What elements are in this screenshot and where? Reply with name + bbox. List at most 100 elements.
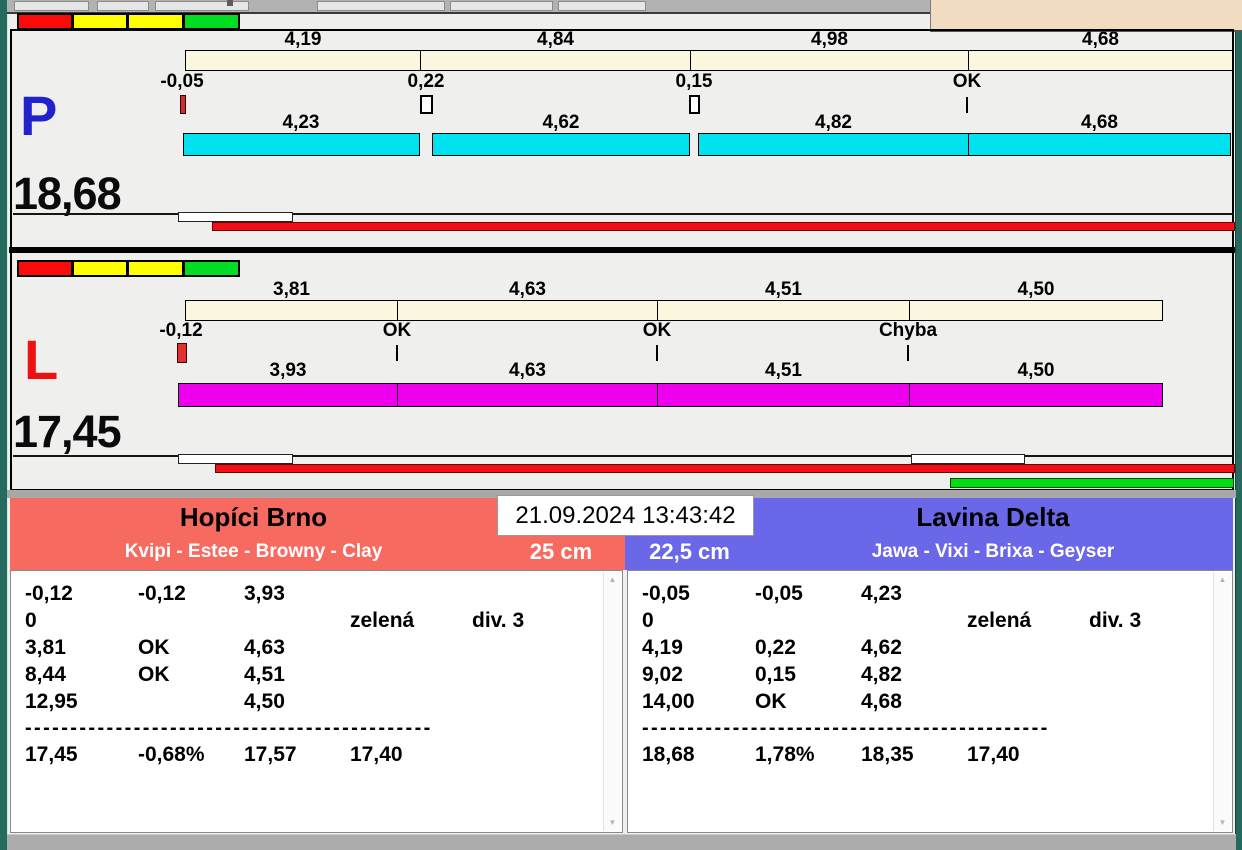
- scroll-up-icon[interactable]: ▲: [1214, 575, 1231, 585]
- background-window-corner: [930, 0, 1242, 32]
- summary-cell: -0,68%: [138, 743, 205, 766]
- lane-l-total-time: 17,45: [13, 406, 122, 457]
- plan-segment-label: 4,51: [765, 279, 802, 300]
- plan-segment-label: 4,63: [509, 279, 546, 300]
- team-right-roster: Jawa - Vixi - Brixa - Geyser: [871, 541, 1115, 562]
- start-light-yellow2-p: [127, 13, 184, 30]
- background-window-button[interactable]: [450, 1, 553, 11]
- team-left-name: Hopíci Brno: [179, 502, 328, 532]
- result-cell: 4,50: [244, 690, 285, 713]
- scrollbar[interactable]: ▲ ▼: [1213, 572, 1231, 831]
- window-border-right: [1235, 0, 1242, 850]
- window-border-left: [0, 0, 8, 850]
- background-window-button[interactable]: [558, 1, 646, 11]
- background-window-button[interactable]: [14, 1, 89, 11]
- result-cell: 4,63: [244, 636, 285, 659]
- summary-cell: 17,45: [25, 743, 78, 766]
- scroll-down-icon[interactable]: ▼: [604, 818, 621, 828]
- result-cell: -0,12: [25, 582, 73, 605]
- team-left-distance: 25 cm: [529, 539, 593, 564]
- result-cell: 4,51: [244, 663, 285, 686]
- actual-bar-segment: [397, 383, 658, 407]
- actual-segment-label: 4,50: [1017, 360, 1055, 381]
- progress-window-box: [178, 454, 293, 464]
- result-cell: 4,23: [861, 582, 902, 605]
- actual-segment-label: 4,63: [509, 360, 546, 381]
- start-light-red-l: [17, 260, 73, 277]
- summary-cell: 18,35: [861, 743, 914, 766]
- background-window-button[interactable]: [97, 1, 149, 11]
- scroll-up-icon[interactable]: ▲: [604, 575, 621, 585]
- plan-segment-label: 4,50: [1017, 279, 1055, 300]
- actual-segment-label: 4,51: [765, 360, 802, 381]
- scroll-down-icon[interactable]: ▼: [1214, 818, 1231, 828]
- actual-bar-segment: [178, 383, 398, 407]
- result-cell: OK: [138, 663, 170, 686]
- actual-bar-segment: [432, 133, 690, 156]
- result-cell: -0,12: [138, 582, 186, 605]
- result-cell: 12,95: [25, 690, 78, 713]
- start-light-green-l: [183, 260, 240, 277]
- background-window-strip: [7, 0, 930, 14]
- progress-bar-red: [215, 464, 1235, 473]
- split-mark-label: 0,15: [675, 71, 713, 92]
- progress-bar-red: [212, 222, 1235, 231]
- team-right-result-panel[interactable]: -0,05 -0,05 4,23 0 zelená div. 3 4,19 0,…: [627, 570, 1233, 833]
- result-cell: OK: [755, 690, 787, 713]
- status-bar: [7, 834, 1236, 850]
- result-separator-line: ----------------------------------------…: [642, 721, 1050, 735]
- actual-bar-segment: [968, 133, 1231, 156]
- background-window-button[interactable]: [317, 1, 445, 11]
- result-cell: 8,44: [25, 663, 66, 686]
- team-left-result-panel[interactable]: -0,12 -0,12 3,93 0 zelená div. 3 3,81 OK…: [10, 570, 623, 833]
- plan-segment-label: 3,81: [273, 279, 310, 300]
- split-mark-label: Chyba: [878, 320, 938, 341]
- fault-tick-marker: [180, 95, 186, 114]
- actual-bar-segment: [698, 133, 969, 156]
- summary-cell: 1,78%: [755, 743, 815, 766]
- start-light-yellow1-p: [72, 13, 128, 30]
- plan-bar-segment: [690, 50, 969, 71]
- summary-cell: 17,57: [244, 743, 297, 766]
- lane-p-total-time: 18,68: [13, 168, 122, 219]
- plan-segment-label: 4,84: [537, 29, 574, 50]
- actual-segment-label: 4,23: [282, 112, 320, 133]
- split-mark-label: -0,12: [159, 320, 203, 341]
- actual-bar-segment: [909, 383, 1163, 407]
- split-mark-label: OK: [952, 71, 982, 92]
- timing-app-window: P 4,19 4,84 4,98 4,68 -0,05 0,22 0,15 OK…: [0, 0, 1242, 850]
- result-cell: OK: [138, 636, 170, 659]
- actual-segment-label: 4,62: [542, 112, 580, 133]
- team-right-name: Lavina Delta: [916, 502, 1070, 532]
- scrollbar[interactable]: ▲ ▼: [603, 572, 621, 831]
- lane-p-letter: P: [20, 84, 58, 147]
- plan-bar-segment: [397, 300, 658, 321]
- plan-bar-segment: [968, 50, 1233, 71]
- actual-segment-label: 4,82: [815, 112, 852, 133]
- result-cell: 3,81: [25, 636, 66, 659]
- start-light-red-p: [17, 13, 73, 30]
- result-cell: 4,82: [861, 663, 902, 686]
- summary-cell: 17,40: [350, 743, 403, 766]
- plan-bar-segment: [420, 50, 691, 71]
- background-window-button[interactable]: [155, 1, 249, 11]
- caret-icon: [227, 0, 233, 6]
- fault-tick-marker: [177, 343, 187, 363]
- split-box-marker: [420, 95, 433, 114]
- result-cell: 0: [642, 609, 654, 632]
- result-cell: 9,02: [642, 663, 683, 686]
- error-tick-marker: [907, 345, 909, 361]
- ok-tick-marker: [656, 345, 658, 361]
- result-cell: 3,93: [244, 582, 285, 605]
- summary-cell: 17,40: [967, 743, 1020, 766]
- actual-segment-label: 3,93: [269, 360, 307, 381]
- actual-segment-label: 4,68: [1081, 112, 1118, 133]
- team-left-roster: Kvipi - Estee - Browny - Clay: [124, 541, 383, 562]
- result-cell: 0,22: [755, 636, 796, 659]
- split-mark-label: 0,22: [407, 71, 445, 92]
- result-cell: 4,62: [861, 636, 902, 659]
- plan-bar-segment: [909, 300, 1163, 321]
- result-cell: 4,68: [861, 690, 902, 713]
- datetime-display: 21.09.2024 13:43:42: [497, 495, 754, 536]
- result-separator-line: ----------------------------------------…: [25, 721, 433, 735]
